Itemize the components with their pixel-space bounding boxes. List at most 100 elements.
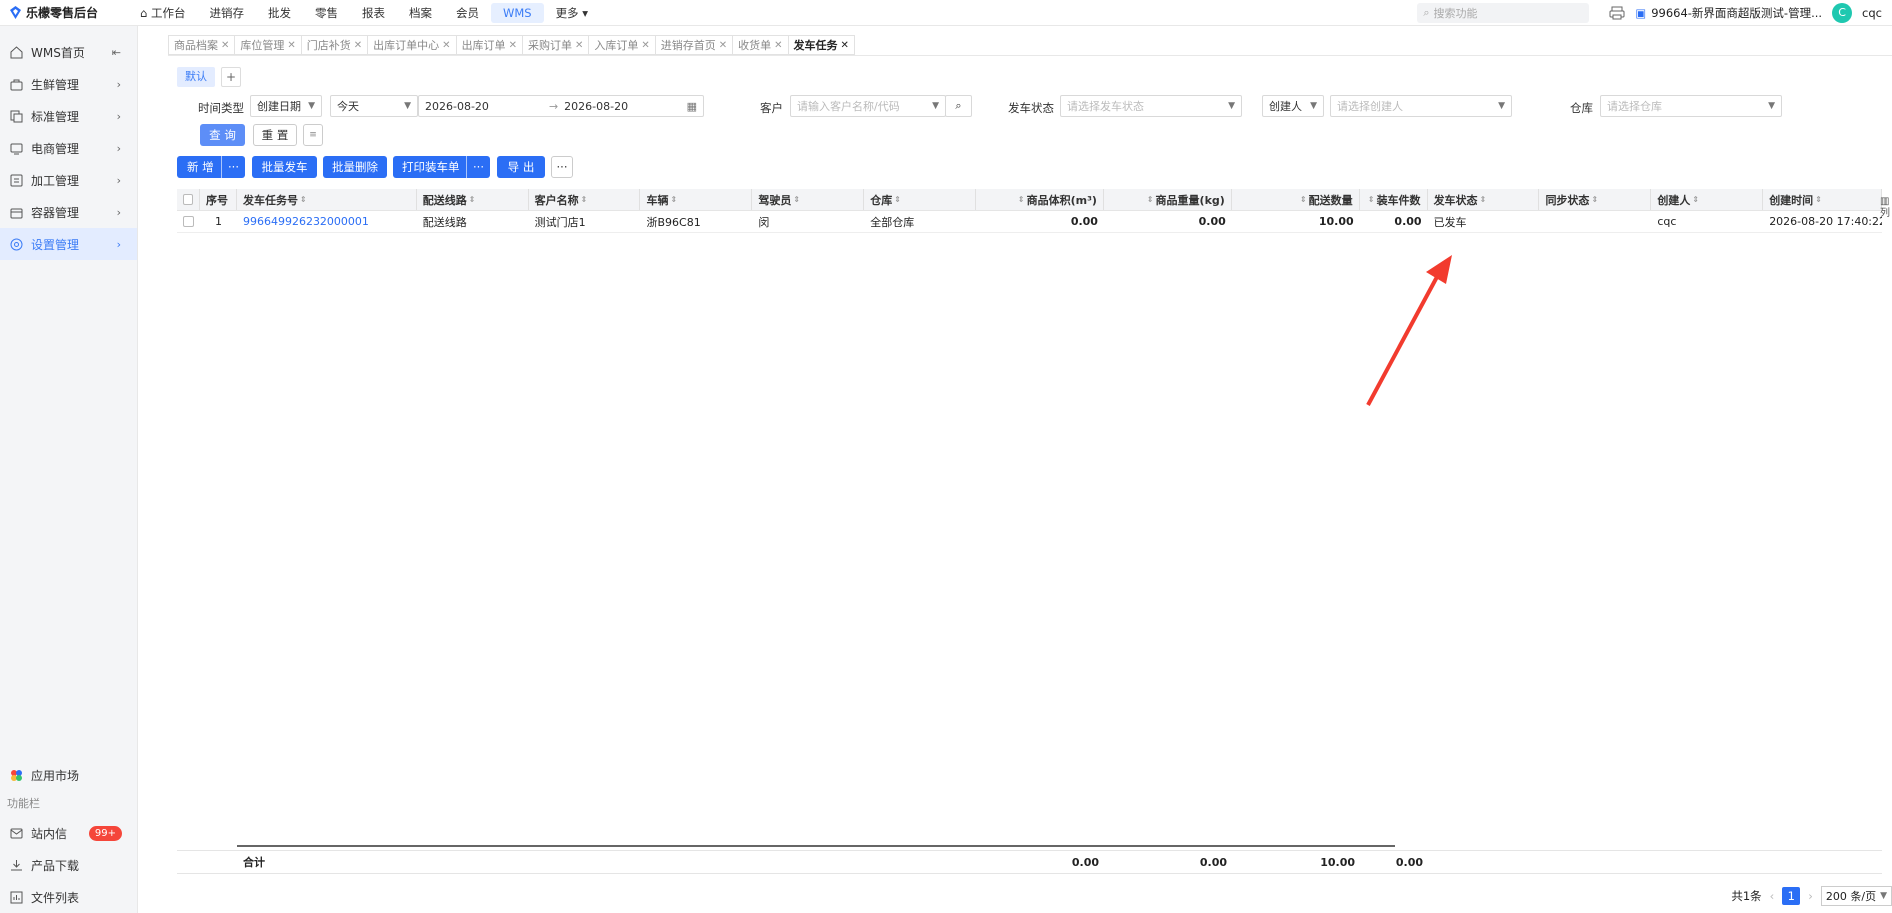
creator-type-select[interactable]: 创建人 ▼ (1262, 95, 1324, 117)
nav-member[interactable]: 会员 (444, 3, 491, 23)
nav-more[interactable]: 更多 ▾ (544, 3, 600, 23)
col-vehicle[interactable]: 车辆 ⇕ (640, 189, 753, 210)
add-view-button[interactable]: + (221, 67, 241, 87)
horizontal-scrollbar[interactable] (237, 845, 1395, 847)
nav-wms[interactable]: WMS (490, 2, 544, 23)
col-volume[interactable]: ⇕ 商品体积(m³) (976, 189, 1104, 210)
date-range-picker[interactable]: 2026-08-20 → 2026-08-20 ▦ (418, 95, 704, 117)
more-icon[interactable]: ··· (466, 156, 490, 178)
sort-icon[interactable]: ⇕ (469, 195, 476, 204)
col-creator[interactable]: 创建人 ⇕ (1651, 189, 1764, 210)
sidebar-item-wms-home[interactable]: WMS首页 ⇤ (0, 36, 137, 68)
tab-purchase-order[interactable]: 采购订单 ✕ (521, 35, 589, 55)
close-icon[interactable]: ✕ (575, 40, 583, 51)
page-size-select[interactable]: 200 条/页 ▼ (1820, 886, 1892, 906)
col-driver[interactable]: 驾驶员 ⇕ (752, 189, 865, 210)
batch-delete-button[interactable]: 批量删除 (323, 156, 387, 178)
nav-archive[interactable]: 档案 (397, 3, 444, 23)
tab-outbound-order[interactable]: 出库订单 ✕ (455, 35, 522, 55)
close-icon[interactable]: ✕ (442, 40, 450, 51)
close-icon[interactable]: ✕ (641, 40, 649, 51)
warehouse-select[interactable]: 请选择仓库 ▼ (1600, 95, 1782, 117)
sort-icon[interactable]: ⇕ (1368, 195, 1375, 204)
sort-icon[interactable]: ⇕ (894, 195, 901, 204)
close-icon[interactable]: ✕ (774, 40, 782, 51)
app-logo[interactable]: 乐檬零售后台 (0, 4, 122, 21)
reset-button[interactable]: 重 置 (253, 124, 297, 146)
tab-dispatch-task[interactable]: 发车任务 ✕ (787, 35, 855, 55)
nav-inventory[interactable]: 进销存 (197, 3, 256, 23)
close-icon[interactable]: ✕ (841, 40, 849, 51)
date-from[interactable]: 2026-08-20 (425, 100, 489, 113)
customer-input[interactable]: 请输入客户名称/代码 ▼ (790, 95, 946, 117)
sidebar-item-settings[interactable]: 设置管理 › (0, 228, 137, 260)
export-button[interactable]: 导 出 (497, 156, 545, 178)
sidebar-item-files[interactable]: 文件列表 (0, 881, 138, 913)
sort-icon[interactable]: ⇕ (1300, 195, 1307, 204)
nav-retail[interactable]: 零售 (303, 3, 350, 23)
store-selector[interactable]: ▣ 99664-新界面商超版测试-管理... (1635, 5, 1822, 21)
sort-icon[interactable]: ⇕ (1018, 195, 1025, 204)
col-weight[interactable]: ⇕ 商品重量(kg) (1104, 189, 1232, 210)
tab-product-archive[interactable]: 商品档案 ✕ (168, 35, 235, 55)
col-route[interactable]: 配送线路 ⇕ (417, 189, 529, 210)
date-to[interactable]: 2026-08-20 (564, 100, 628, 113)
col-warehouse[interactable]: 仓库 ⇕ (864, 189, 977, 210)
tab-inventory-home[interactable]: 进销存首页 ✕ (654, 35, 733, 55)
tab-outbound-center[interactable]: 出库订单中心 ✕ (367, 35, 456, 55)
col-customer[interactable]: 客户名称 ⇕ (529, 189, 641, 210)
select-all-checkbox[interactable] (177, 189, 200, 210)
tab-receipt[interactable]: 收货单 ✕ (732, 35, 788, 55)
sort-icon[interactable]: ⇕ (1591, 195, 1598, 204)
col-pieces[interactable]: ⇕ 装车件数 (1360, 189, 1428, 210)
status-select[interactable]: 请选择发车状态 ▼ (1060, 95, 1242, 117)
collapse-icon[interactable]: ⇤ (112, 46, 121, 59)
prev-page-icon[interactable]: ‹ (1770, 889, 1775, 903)
more-actions-button[interactable]: ··· (551, 156, 573, 178)
nav-reports[interactable]: 报表 (350, 3, 397, 23)
col-created-at[interactable]: 创建时间 ⇕ (1763, 189, 1883, 210)
view-tab-default[interactable]: 默认 (177, 67, 215, 87)
sidebar-item-fresh[interactable]: 生鲜管理 › (0, 68, 137, 100)
filter-settings-icon[interactable]: ≡ (303, 124, 323, 146)
batch-depart-button[interactable]: 批量发车 (252, 156, 317, 178)
nav-wholesale[interactable]: 批发 (256, 3, 303, 23)
sidebar-item-download[interactable]: 产品下载 (0, 849, 138, 881)
time-type-select[interactable]: 创建日期 ▼ (250, 95, 322, 117)
row-checkbox[interactable] (177, 211, 200, 232)
sidebar-item-app-market[interactable]: 应用市场 (0, 759, 138, 791)
sort-icon[interactable]: ⇕ (1692, 195, 1699, 204)
printer-icon[interactable] (1609, 6, 1625, 20)
customer-search-button[interactable]: ⌕ (945, 95, 972, 117)
col-task-no[interactable]: 发车任务号 ⇕ (237, 189, 417, 210)
col-status[interactable]: 发车状态 ⇕ (1428, 189, 1540, 210)
sort-icon[interactable]: ⇕ (581, 195, 588, 204)
next-page-icon[interactable]: › (1808, 889, 1813, 903)
tab-location[interactable]: 库位管理 ✕ (234, 35, 301, 55)
tab-replenish[interactable]: 门店补货 ✕ (300, 35, 368, 55)
search-input[interactable]: ⌕ 搜索功能 (1417, 2, 1590, 23)
sort-icon[interactable]: ⇕ (1147, 195, 1154, 204)
cell-task-no-link[interactable]: 996649926232000001 (237, 211, 417, 232)
close-icon[interactable]: ✕ (719, 40, 727, 51)
sidebar-item-ecommerce[interactable]: 电商管理 › (0, 132, 137, 164)
close-icon[interactable]: ✕ (221, 40, 229, 51)
sidebar-item-container[interactable]: 容器管理 › (0, 196, 137, 228)
sort-icon[interactable]: ⇕ (1815, 195, 1822, 204)
close-icon[interactable]: ✕ (354, 40, 362, 51)
sidebar-item-messages[interactable]: 站内信 99+ (0, 817, 138, 849)
close-icon[interactable]: ✕ (509, 40, 517, 51)
print-loading-button[interactable]: 打印装车单 ··· (393, 156, 490, 178)
avatar[interactable]: C (1832, 2, 1853, 23)
col-qty[interactable]: ⇕ 配送数量 (1232, 189, 1360, 210)
date-range-select[interactable]: 今天 ▼ (330, 95, 418, 117)
column-settings-button[interactable]: ▥ 列 (1880, 196, 1890, 220)
nav-workbench[interactable]: ⌂ 工作台 (128, 3, 197, 23)
creator-select[interactable]: 请选择创建人 ▼ (1330, 95, 1512, 117)
close-icon[interactable]: ✕ (287, 40, 295, 51)
sidebar-item-processing[interactable]: 加工管理 › (0, 164, 137, 196)
tab-inbound-order[interactable]: 入库订单 ✕ (588, 35, 655, 55)
new-button[interactable]: 新 增 ··· (177, 156, 245, 178)
sort-icon[interactable]: ⇕ (670, 195, 677, 204)
col-sync[interactable]: 同步状态 ⇕ (1539, 189, 1652, 210)
